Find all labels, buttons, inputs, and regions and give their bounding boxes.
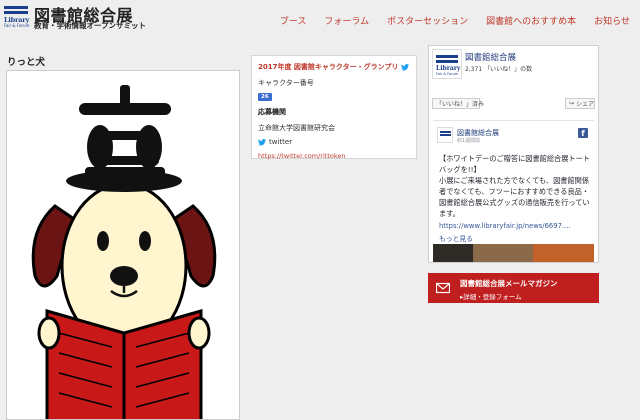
facebook-page-widget: Library Fair & Forum 図書館総合展 2,371 「いいね！」…	[428, 45, 599, 263]
facebook-likes-count: 2,371 「いいね！」の数	[465, 66, 533, 73]
main-nav: ブース フォーラム ポスターセッション 図書館へのおすすめ本 お知らせ	[280, 14, 640, 27]
character-number-label: キャラクター番号	[258, 79, 314, 87]
page-title: りっと犬	[7, 57, 46, 68]
grandprix-title: 2017年度 図書館キャラクター・グランプリ	[258, 62, 410, 72]
facebook-share-label: シェア	[576, 101, 595, 108]
character-image	[6, 70, 240, 420]
nav-poster-session[interactable]: ポスターセッション	[387, 14, 468, 27]
post-thumbnail[interactable]	[433, 244, 594, 262]
mail-magazine-title: 図書館総合展メールマガジン	[460, 279, 558, 288]
twitter-row: twitter	[258, 138, 410, 146]
post-time[interactable]: 約1週間前	[457, 137, 480, 144]
applicant-label: 応募機関	[258, 108, 286, 116]
nav-booth[interactable]: ブース	[280, 14, 307, 27]
twitter-label: twitter	[269, 138, 293, 146]
share-icon: ↪	[569, 100, 575, 107]
facebook-share-button[interactable]: ↪ シェア	[565, 98, 595, 109]
facebook-post-header: 図書館総合展 約1週間前 f	[437, 125, 590, 149]
post-author-avatar[interactable]	[437, 127, 453, 143]
facebook-page-name[interactable]: 図書館総合展	[465, 51, 516, 63]
character-number-badge: 26	[258, 93, 272, 101]
twitter-icon	[258, 138, 266, 146]
character-info-card: 2017年度 図書館キャラクター・グランプリ キャラクター番号 26 応募機関 …	[251, 55, 417, 160]
nav-recommended-books[interactable]: 図書館へのおすすめ本	[486, 14, 576, 27]
fb-logo-sub: Fair & Forum	[436, 72, 459, 76]
facebook-like-button[interactable]: 「いいね！」済み	[432, 98, 484, 109]
facebook-page-avatar[interactable]: Library Fair & Forum	[432, 49, 462, 79]
post-text: 【ホワイトデーのご贈答に図書館総合展トートバッグを!!】 小展にご来場された方で…	[439, 154, 590, 218]
facebook-post: 図書館総合展 約1週間前 f 【ホワイトデーのご贈答に図書館総合展トートバッグを…	[433, 120, 594, 262]
grandprix-title-text: 2017年度 図書館キャラクター・グランプリ	[258, 63, 399, 71]
twitter-icon	[401, 63, 410, 71]
envelope-icon	[436, 282, 450, 294]
logo-mark-sub: Fair & Forum	[4, 23, 30, 28]
logo-subtitle: 教育・学術情報オープンサミット	[34, 21, 147, 30]
site-logo[interactable]: Library Fair & Forum 図書館総合展 教育・学術情報オープンサ…	[4, 2, 146, 32]
facebook-like-label: 「いいね！」済み	[436, 101, 485, 108]
character-illustration	[31, 85, 217, 419]
nav-news[interactable]: お知らせ	[594, 14, 630, 27]
facebook-header: Library Fair & Forum 図書館総合展 2,371 「いいね！」…	[429, 46, 598, 94]
fb-logo-text: Library	[436, 65, 461, 72]
see-more-link[interactable]: もっと見る	[439, 233, 473, 243]
site-header: Library Fair & Forum 図書館総合展 教育・学術情報オープンサ…	[0, 0, 640, 38]
nav-forum[interactable]: フォーラム	[324, 14, 369, 27]
post-link[interactable]: https://www.libraryfair.jp/news/6697....	[439, 222, 589, 230]
applicant-name: 立命館大学図書館研究会	[258, 124, 335, 132]
facebook-icon[interactable]: f	[578, 128, 588, 138]
library-logo-mark: Library Fair & Forum	[4, 6, 30, 28]
mail-magazine-link[interactable]: ▸詳細・登録フォーム	[460, 291, 522, 301]
twitter-link[interactable]: https://twitter.com/rittoken	[258, 152, 410, 160]
mail-magazine-banner[interactable]: 図書館総合展メールマガジン ▸詳細・登録フォーム	[428, 273, 599, 303]
